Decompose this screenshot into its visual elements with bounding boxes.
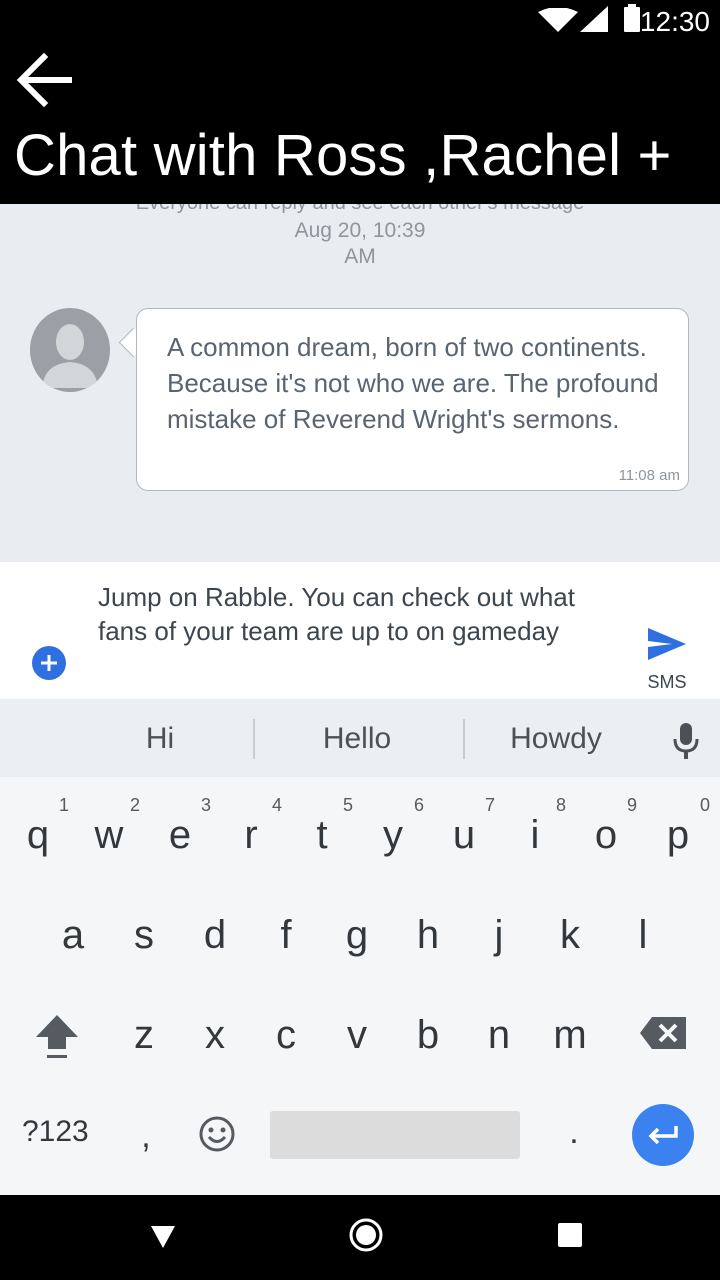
nav-recents-icon[interactable] <box>558 1223 582 1247</box>
emoji-icon[interactable] <box>199 1116 235 1152</box>
backspace-icon[interactable] <box>640 1017 686 1049</box>
key-k[interactable]: k <box>540 913 600 958</box>
suggestion-hi[interactable]: Hi <box>60 699 260 777</box>
microphone-icon[interactable] <box>672 723 700 759</box>
key-o[interactable]: o <box>576 813 636 858</box>
arrow-back-icon <box>16 52 72 108</box>
key-c[interactable]: c <box>256 1013 316 1058</box>
wifi-icon <box>538 8 578 32</box>
key-x[interactable]: x <box>185 1013 245 1058</box>
key-h[interactable]: h <box>398 913 458 958</box>
status-bar: 12:30 <box>0 0 720 44</box>
key-u[interactable]: u <box>434 813 494 858</box>
suggestion-strip: Hi Hello Howdy <box>0 699 720 777</box>
key-t[interactable]: t <box>292 813 352 858</box>
key-g[interactable]: g <box>327 913 387 958</box>
chat-area[interactable]: Everyone can reply and see each other's … <box>0 204 720 562</box>
period-key[interactable]: . <box>544 1113 604 1152</box>
key-r[interactable]: r <box>221 813 281 858</box>
key-p[interactable]: p <box>648 813 708 858</box>
nav-back-icon[interactable] <box>150 1225 176 1249</box>
symbols-key[interactable]: ?123 <box>22 1115 102 1149</box>
chat-title: Chat with Ross ,Rachel + <box>14 123 672 188</box>
key-j[interactable]: j <box>469 913 529 958</box>
key-y[interactable]: y <box>363 813 423 858</box>
message-time: 11:08 am <box>618 467 680 484</box>
message-bubble[interactable]: A common dream, born of two continents. … <box>136 308 689 491</box>
composer: Jump on Rabble. You can check out what f… <box>0 562 720 699</box>
send-icon <box>648 628 686 660</box>
system-note: Everyone can reply and see each other's … <box>0 204 720 216</box>
app-bar: Chat with Ross ,Rachel + <box>0 44 720 204</box>
status-time: 12:30 <box>639 6 710 37</box>
key-q[interactable]: q <box>8 813 68 858</box>
key-v[interactable]: v <box>327 1013 387 1058</box>
navigation-bar <box>0 1195 720 1280</box>
message-ampm: AM <box>344 245 376 268</box>
plus-icon <box>41 655 57 671</box>
key-s[interactable]: s <box>114 913 174 958</box>
key-z[interactable]: z <box>114 1013 174 1058</box>
avatar[interactable] <box>30 308 110 392</box>
key-e[interactable]: e <box>150 813 210 858</box>
suggestion-divider <box>253 719 255 759</box>
shift-icon[interactable] <box>34 1013 80 1061</box>
key-b[interactable]: b <box>398 1013 458 1058</box>
add-attachment-button[interactable] <box>32 646 66 680</box>
back-button[interactable] <box>12 48 76 112</box>
key-f[interactable]: f <box>256 913 316 958</box>
message-text: A common dream, born of two continents. … <box>167 332 659 434</box>
person-icon <box>42 324 98 388</box>
enter-button[interactable] <box>632 1104 694 1166</box>
space-bar[interactable] <box>270 1111 520 1159</box>
send-button[interactable]: SMS <box>640 626 694 696</box>
comma-key[interactable]: , <box>116 1117 176 1156</box>
signal-icon <box>580 6 608 32</box>
message-date: Aug 20, 10:39 <box>294 219 426 242</box>
key-a[interactable]: a <box>43 913 103 958</box>
enter-icon <box>648 1126 678 1145</box>
nav-home-icon[interactable] <box>348 1217 384 1253</box>
battery-icon <box>624 4 640 32</box>
send-label: SMS <box>647 672 687 692</box>
key-l[interactable]: l <box>613 913 673 958</box>
key-n[interactable]: n <box>469 1013 529 1058</box>
key-w[interactable]: w <box>79 813 139 858</box>
message-input[interactable]: Jump on Rabble. You can check out what f… <box>98 580 618 648</box>
key-i[interactable]: i <box>505 813 565 858</box>
key-m[interactable]: m <box>540 1013 600 1058</box>
suggestion-howdy[interactable]: Howdy <box>456 699 656 777</box>
key-d[interactable]: d <box>185 913 245 958</box>
suggestion-hello[interactable]: Hello <box>257 699 457 777</box>
keyboard: Hi Hello Howdy 1 2 3 4 5 6 7 8 9 0 q w e… <box>0 699 720 1195</box>
